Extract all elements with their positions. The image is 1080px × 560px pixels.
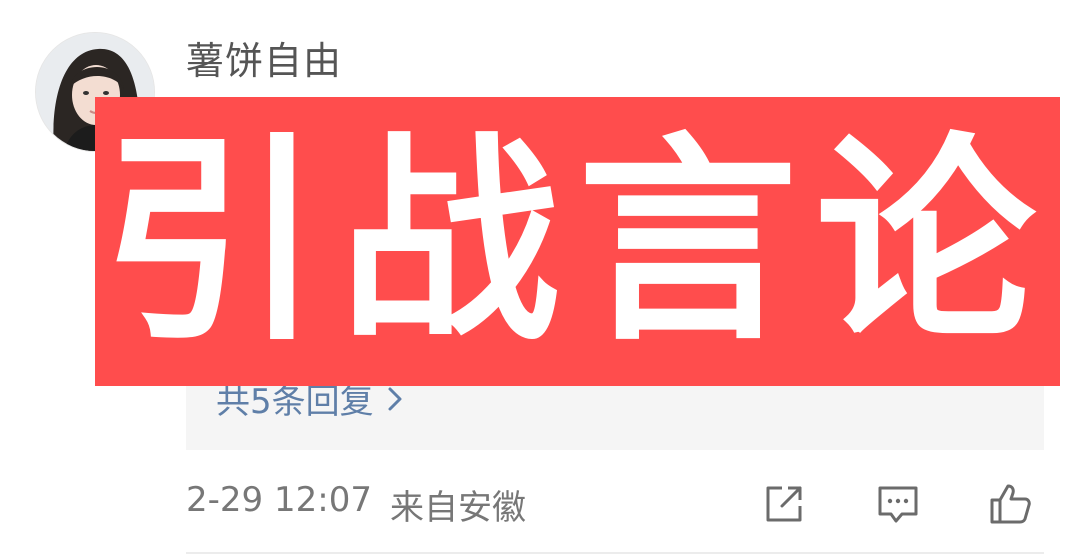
comment-meta: 2-29 12:07 来自安徽 xyxy=(186,480,526,529)
divider xyxy=(186,552,1044,554)
comment-location: 来自安徽 xyxy=(389,488,526,528)
username[interactable]: 薯饼自由 xyxy=(186,30,342,85)
share-button[interactable] xyxy=(760,480,808,528)
like-button[interactable] xyxy=(986,480,1034,528)
comment-button[interactable] xyxy=(874,480,922,528)
moderation-label: 引战言论 xyxy=(101,113,1054,370)
comment-date: 2-29 12:07 xyxy=(186,480,372,520)
chevron-right-icon xyxy=(388,387,402,410)
moderation-overlay: 引战言论 xyxy=(95,97,1060,386)
share-icon xyxy=(766,486,802,522)
comment-icon xyxy=(878,486,918,523)
thumbs-up-icon xyxy=(990,484,1031,524)
